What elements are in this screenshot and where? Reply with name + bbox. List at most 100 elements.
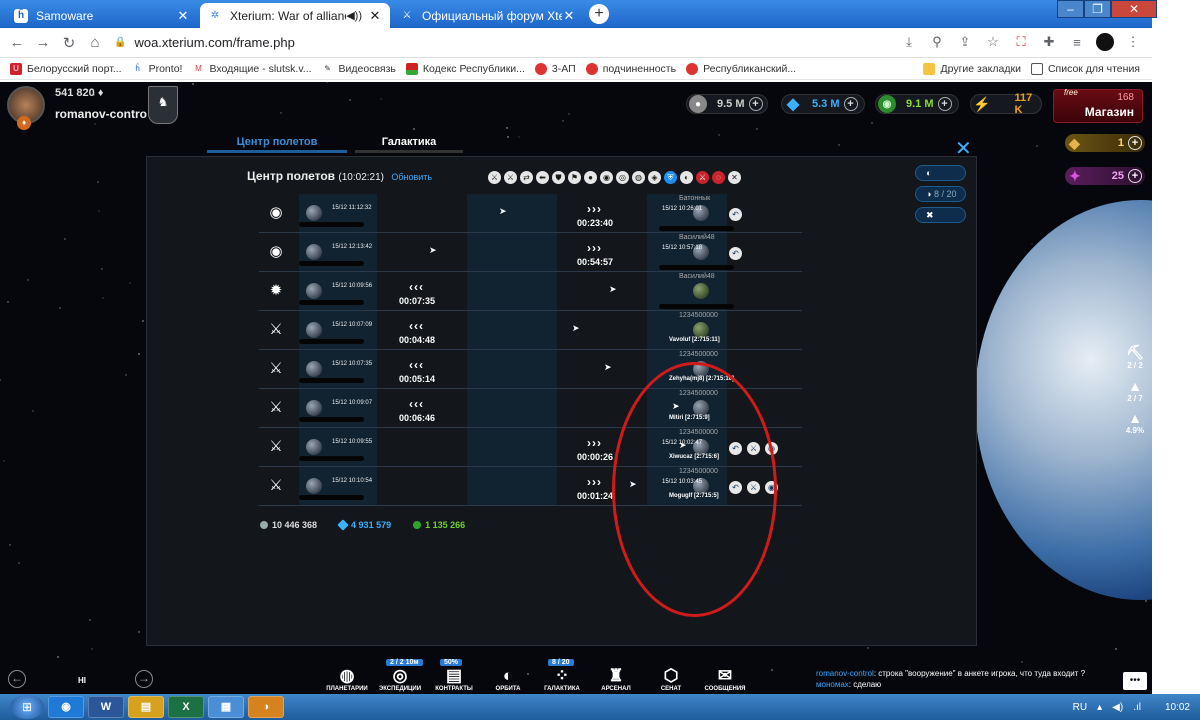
taskbar-app[interactable]: ◑ <box>248 696 284 718</box>
add-dark-matter-button[interactable]: + <box>1128 169 1142 183</box>
refresh-link[interactable]: Обновить <box>391 172 432 182</box>
filter-button[interactable]: ⛊ <box>552 171 565 184</box>
origin-planet-icon[interactable] <box>306 205 322 221</box>
bottom-nav-item[interactable]: 2 / 2 10м ◎ ЭКСПЕДИЦИИ <box>374 659 426 692</box>
tools-button[interactable]: ✖ <box>915 207 966 223</box>
prev-icon[interactable]: ← <box>8 670 26 688</box>
add-crystal-button[interactable]: + <box>843 97 858 111</box>
avatar[interactable]: ♦ <box>7 86 45 130</box>
chat-icon[interactable]: ••• <box>1123 672 1147 690</box>
row-action-button[interactable]: ↶ <box>729 208 742 221</box>
bookmark-item[interactable]: ✎ Видеосвязь <box>322 63 396 75</box>
resource-metal[interactable]: ● 9.5 M + <box>686 94 768 114</box>
table-row[interactable]: ◉ 15/12 12:13:42 ››› 00:54:57 ➤ Василий48 15/1… <box>259 233 802 272</box>
planet-button[interactable]: ◐ <box>915 165 966 181</box>
table-row[interactable]: ⚔ 15/12 10:07:09 ‹‹‹ 00:04:48 ➤ 1234500000 Vav… <box>259 311 802 350</box>
shop-button[interactable]: free 168 Магазин <box>1053 88 1143 123</box>
filter-button[interactable]: ◐ <box>680 171 693 184</box>
taskbar-app[interactable]: X <box>168 696 204 718</box>
browser-tab-samoware[interactable]: ĥ Samoware ✕ <box>6 3 198 28</box>
signal-icon[interactable]: .ıl <box>1133 702 1141 713</box>
taskbar-app[interactable]: ▦ <box>208 696 244 718</box>
filter-button[interactable]: ⚔ <box>488 171 501 184</box>
clock[interactable]: 10:02 <box>1165 702 1190 713</box>
bookmark-item[interactable]: Республиканский... <box>686 62 796 75</box>
tray-arrow-icon[interactable]: ▴ <box>1097 702 1102 713</box>
player-name[interactable]: romanov-control <box>55 107 147 121</box>
table-row[interactable]: ◉ 15/12 11:12:32 ››› 00:23:40 ➤ Батоннык 15/12… <box>259 194 802 233</box>
target-planet-icon[interactable] <box>693 322 709 338</box>
filter-button[interactable]: ◎ <box>616 171 629 184</box>
origin-planet-icon[interactable] <box>306 322 322 338</box>
filter-button[interactable]: ⚔ <box>504 171 517 184</box>
filter-button[interactable]: ⛨ <box>664 171 677 184</box>
row-action-button[interactable]: ↶ <box>729 247 742 260</box>
extensions-puzzle-icon[interactable]: ✚ <box>1040 34 1058 50</box>
language-indicator[interactable]: RU <box>1073 702 1087 713</box>
volume-icon[interactable]: ◀) <box>1112 702 1123 713</box>
resource-crystal[interactable]: ◆ 5.3 M + <box>781 94 865 114</box>
install-icon[interactable]: ⤓ <box>900 34 918 50</box>
filter-button[interactable]: ⇄ <box>520 171 533 184</box>
fleet-slots-button[interactable]: ◑ 8 / 20 <box>915 186 966 202</box>
origin-planet-icon[interactable] <box>306 244 322 260</box>
filter-button[interactable]: ⚔ <box>696 171 709 184</box>
menu-icon[interactable]: ⋮ <box>1124 34 1142 50</box>
add-deuterium-button[interactable]: + <box>937 97 952 111</box>
origin-planet-icon[interactable] <box>306 361 322 377</box>
home-icon[interactable]: ⌂ <box>82 34 108 51</box>
origin-planet-icon[interactable] <box>306 478 322 494</box>
bookmark-item[interactable]: подчиненность <box>585 62 676 75</box>
origin-planet-icon[interactable] <box>306 283 322 299</box>
browser-tab-forum[interactable]: ⚔ Официальный форум Xterium ✕ <box>392 3 584 28</box>
bookmark-item[interactable]: M Входящие - slutsk.v... <box>192 63 311 75</box>
start-button[interactable]: ⊞ <box>10 695 44 719</box>
bottom-nav-item[interactable]: ⬡ СЕНАТ <box>645 666 697 692</box>
tab-galaxy[interactable]: Галактика <box>355 135 463 153</box>
tab-fleet-center[interactable]: Центр полетов <box>207 135 347 153</box>
close-window-button[interactable]: ✕ <box>1111 0 1157 18</box>
close-tab-icon[interactable]: ✕ <box>562 8 576 24</box>
target-planet-icon[interactable] <box>693 283 709 299</box>
filter-button[interactable]: ◍ <box>632 171 645 184</box>
taskbar-app[interactable]: W <box>88 696 124 718</box>
bottom-nav-item[interactable]: ♜ АРСЕНАЛ <box>590 666 642 692</box>
filter-button[interactable]: ⚑ <box>568 171 581 184</box>
table-row[interactable]: ✹ 15/12 10:09:56 ‹‹‹ 00:07:35 ➤ Василий48 <box>259 272 802 311</box>
filter-button[interactable]: ◉ <box>600 171 613 184</box>
chat-preview[interactable]: romanov-control: строка "вооружение" в а… <box>816 668 1085 690</box>
close-tab-icon[interactable]: ✕ <box>176 8 190 24</box>
filter-button[interactable]: ◈ <box>648 171 661 184</box>
other-bookmarks[interactable]: Другие закладки <box>923 63 1021 75</box>
maximize-button[interactable]: ❐ <box>1084 0 1111 18</box>
origin-planet-icon[interactable] <box>306 439 322 455</box>
extension-icon[interactable]: ⛶ <box>1012 34 1030 50</box>
forward-icon[interactable]: → <box>30 34 56 51</box>
bookmark-item[interactable]: U Белорусский порт... <box>10 62 122 75</box>
audio-playing-icon[interactable]: ◀)) <box>346 9 362 22</box>
origin-planet-icon[interactable] <box>306 400 322 416</box>
star-icon[interactable]: ☆ <box>984 34 1002 50</box>
bottom-nav-item[interactable]: ◍ ПЛАНЕТАРИИ <box>321 666 373 692</box>
bottom-nav-item[interactable]: 8 / 20 ⁘ ГАЛАКТИКА <box>536 659 588 692</box>
bookmark-item[interactable]: ĥ Pronto! <box>132 63 182 75</box>
reload-icon[interactable]: ↻ <box>56 34 82 52</box>
widget-percent[interactable]: ▲ 4.9% <box>1120 410 1150 435</box>
filter-button[interactable]: ● <box>584 171 597 184</box>
bookmark-item[interactable]: Кодекс Республики... <box>405 62 525 75</box>
minimize-button[interactable]: – <box>1057 0 1084 18</box>
next-icon[interactable]: → <box>135 670 153 688</box>
browser-tab-xterium[interactable]: ✲ Xterium: War of alliances ◀)) ✕ <box>200 3 390 28</box>
resource-deuterium[interactable]: ◉ 9.1 M + <box>875 94 959 114</box>
widget-ships[interactable]: ▲ 2 / 7 <box>1120 378 1150 403</box>
bottom-nav-item[interactable]: 50% ▤ КОНТРАКТЫ <box>428 659 480 692</box>
dark-matter-resource[interactable]: ✦ 25 + <box>1065 167 1145 185</box>
alliance-emblem[interactable]: ♞ <box>148 86 178 124</box>
bottom-nav-item[interactable]: ◐ ОРБИТА <box>482 666 534 692</box>
share-icon[interactable]: ⇪ <box>956 34 974 50</box>
widget-miners[interactable]: ⛏ 2 / 2 <box>1120 344 1150 370</box>
add-metal-button[interactable]: + <box>748 97 763 111</box>
add-gold-button[interactable]: + <box>1128 136 1142 150</box>
bookmark-item[interactable]: 3-АП <box>534 62 576 75</box>
address-bar[interactable]: 🔒 woa.xterium.com/frame.php <box>114 32 295 54</box>
